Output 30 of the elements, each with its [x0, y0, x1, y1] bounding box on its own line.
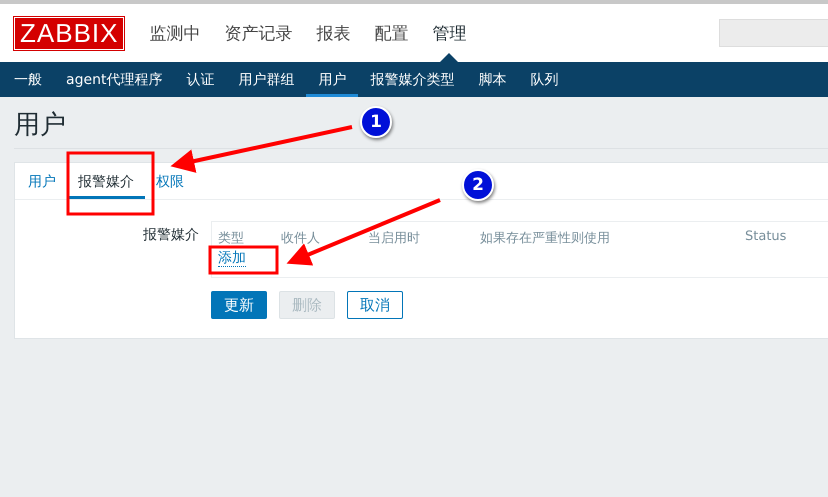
menu-item[interactable]: 监测中 [137, 4, 212, 62]
highlight-box [208, 246, 278, 274]
page-title: 用户 [14, 110, 66, 140]
tab[interactable]: 权限 [145, 163, 195, 199]
submenu-item[interactable]: 队列 [518, 62, 570, 97]
tab[interactable]: 用户 [17, 163, 67, 199]
menu-item[interactable]: 管理 [420, 4, 478, 62]
menu-item[interactable]: 配置 [362, 4, 420, 62]
column-header: 类型 [218, 231, 244, 246]
column-header: Status [745, 229, 786, 244]
column-header: 当启用时 [368, 231, 420, 246]
add-link[interactable]: 添加 [218, 250, 246, 267]
submenu-item[interactable]: 脚本 [466, 62, 518, 97]
submenu-item[interactable]: 用户 [306, 62, 358, 97]
cancel-button[interactable]: 取消 [347, 291, 403, 319]
submenu-item[interactable]: 用户群组 [226, 62, 306, 97]
submenu-item[interactable]: 一般 [2, 62, 54, 97]
column-header: 如果存在严重性则使用 [480, 231, 610, 246]
field-label: 报警媒介 [143, 227, 199, 243]
tab[interactable]: 报警媒介 [67, 163, 145, 199]
menu-item[interactable]: 报表 [304, 4, 362, 62]
submenu-item[interactable]: agent代理程序 [54, 62, 174, 97]
submenu-item[interactable]: 报警媒介类型 [358, 62, 466, 97]
column-header: 收件人 [281, 231, 320, 246]
menu-item[interactable]: 资产记录 [212, 4, 304, 62]
update-button[interactable]: 更新 [211, 291, 267, 319]
search-field[interactable] [719, 19, 828, 47]
submenu-item[interactable]: 认证 [174, 62, 226, 97]
number-marker: 1 [360, 106, 392, 138]
zabbix-logo[interactable]: ZABBIX [14, 16, 124, 50]
